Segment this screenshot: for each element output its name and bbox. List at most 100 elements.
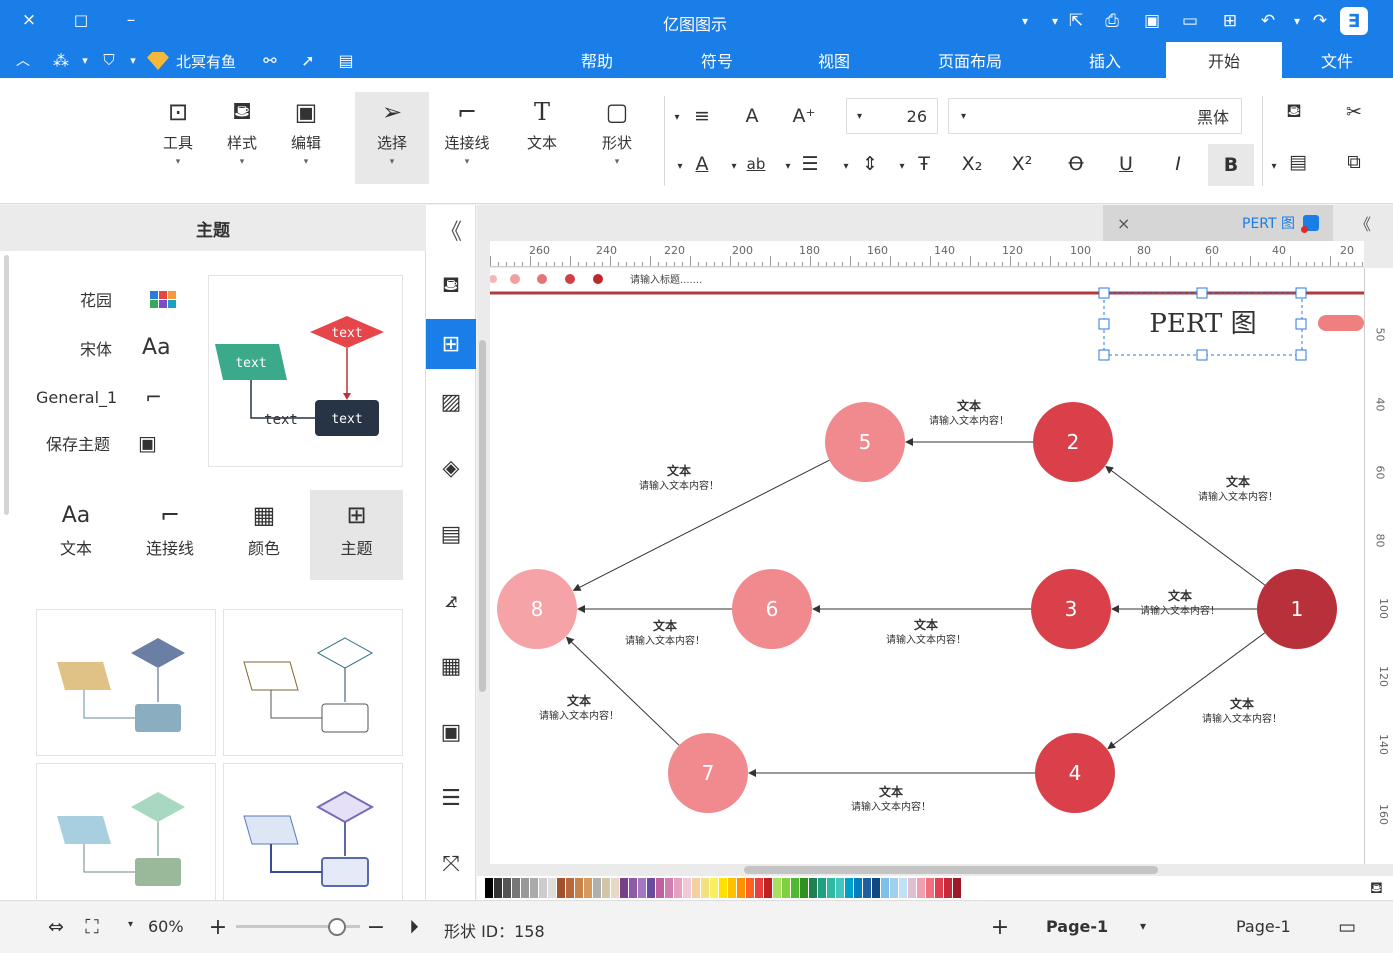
zoom-in-icon[interactable]: +: [204, 913, 232, 941]
table-icon[interactable]: ▦: [426, 633, 476, 699]
color-swatch[interactable]: [917, 878, 925, 898]
color-swatch[interactable]: [827, 878, 835, 898]
color-swatch[interactable]: [926, 878, 934, 898]
color-swatch[interactable]: [953, 878, 961, 898]
shirt-icon[interactable]: ⛉: [96, 46, 122, 74]
color-swatch[interactable]: [692, 878, 700, 898]
panel-toggle-icon[interactable]: ▭: [1330, 913, 1364, 941]
dropdown-icon[interactable]: ▾: [782, 152, 794, 180]
horizontal-scrollbar[interactable]: [744, 866, 1158, 874]
color-swatch[interactable]: [584, 878, 592, 898]
restore-window-button[interactable]: □: [64, 6, 98, 34]
color-swatch[interactable]: [890, 878, 898, 898]
edge-title[interactable]: 文本: [667, 463, 691, 478]
color-swatch[interactable]: [521, 878, 529, 898]
open-icon[interactable]: ▭: [1176, 8, 1204, 34]
color-swatch[interactable]: [611, 878, 619, 898]
color-swatch[interactable]: [809, 878, 817, 898]
collapse-right-icon[interactable]: 《: [1355, 211, 1371, 235]
outline-icon[interactable]: ☰: [426, 765, 476, 831]
strikethrough-icon[interactable]: Ꝋ: [1062, 150, 1090, 178]
zoom-slider-handle[interactable]: [328, 918, 346, 936]
edge-subtitle[interactable]: 请输入文本内容！: [1202, 712, 1282, 725]
tab-file[interactable]: 文件: [1296, 42, 1378, 78]
edge-subtitle[interactable]: 请输入文本内容！: [1198, 490, 1278, 503]
edge-title[interactable]: 文本: [957, 398, 981, 413]
color-swatch[interactable]: [485, 878, 493, 898]
tab-home[interactable]: 开始: [1166, 42, 1282, 78]
subscript-icon[interactable]: X₂: [958, 150, 986, 178]
connector-button[interactable]: ⌐ 连接线 ▾: [434, 92, 500, 188]
fit-width-icon[interactable]: ⇔: [42, 913, 70, 941]
undo-icon[interactable]: ↶: [1254, 8, 1282, 34]
color-swatch[interactable]: [881, 878, 889, 898]
tab-text[interactable]: Aa 文本: [38, 495, 114, 579]
edge-title[interactable]: 文本: [1230, 696, 1254, 711]
underline-icon[interactable]: U: [1112, 150, 1140, 178]
save-theme[interactable]: 保存主题 ▣: [46, 431, 157, 455]
cursor-icon[interactable]: ➚: [294, 46, 322, 74]
font-name-select[interactable]: ▾ 黑体: [948, 98, 1242, 134]
color-swatch[interactable]: [674, 878, 682, 898]
color-swatch[interactable]: [908, 878, 916, 898]
color-swatch[interactable]: [710, 878, 718, 898]
color-swatch[interactable]: [728, 878, 736, 898]
tool-button[interactable]: ⊡ 工具 ▾: [148, 92, 208, 188]
fit-icon[interactable]: ⤧: [426, 831, 476, 897]
shape-button[interactable]: ▢ 形状 ▾: [584, 92, 650, 188]
add-page-icon[interactable]: +: [986, 913, 1014, 941]
color-swatch[interactable]: [566, 878, 574, 898]
bold-icon[interactable]: B: [1208, 144, 1254, 186]
fullscreen-icon[interactable]: ⛶: [78, 913, 106, 941]
color-swatch[interactable]: [746, 878, 754, 898]
theme-card[interactable]: [223, 609, 403, 756]
dropdown-icon[interactable]: ▾: [1268, 152, 1280, 180]
color-swatch[interactable]: [512, 878, 520, 898]
edge-subtitle[interactable]: 请输入文本内容！: [625, 634, 705, 647]
color-swatch[interactable]: [737, 878, 745, 898]
dropdown-icon[interactable]: ▾: [670, 103, 684, 131]
format-painter-icon[interactable]: ⛾: [1280, 98, 1308, 126]
color-swatch[interactable]: [530, 878, 538, 898]
apps-icon[interactable]: ⁂: [48, 46, 74, 74]
superscript-icon[interactable]: X²: [1008, 150, 1036, 178]
edge-title[interactable]: 文本: [653, 618, 677, 633]
color-swatch[interactable]: [863, 878, 871, 898]
tab-insert[interactable]: 插入: [1064, 42, 1146, 78]
edge-arrow[interactable]: [572, 459, 830, 591]
edge-arrow[interactable]: [565, 636, 680, 746]
dropdown-icon[interactable]: ▾: [674, 152, 686, 180]
color-swatch[interactable]: [800, 878, 808, 898]
dropdown-icon[interactable]: ▾: [728, 152, 740, 180]
layers-icon[interactable]: ◈: [426, 435, 476, 501]
color-swatch[interactable]: [701, 878, 709, 898]
user-name[interactable]: 北冥有鱼: [176, 51, 236, 72]
list-icon[interactable]: ☰: [796, 150, 824, 178]
minimize-window-button[interactable]: –: [114, 6, 148, 34]
collapse-panel-icon[interactable]: 《: [426, 205, 476, 255]
drawing-page[interactable]: 请输入标题....... PERT 图 12345678 文本 请输入文本内容！文…: [489, 268, 1364, 864]
color-swatch[interactable]: [872, 878, 880, 898]
color-swatch[interactable]: [620, 878, 628, 898]
font-shrink-icon[interactable]: A: [738, 102, 766, 130]
collapse-ribbon-icon[interactable]: ︿: [10, 46, 36, 74]
align-icon[interactable]: ≡: [688, 102, 716, 130]
tab-theme[interactable]: ⊞ 主题: [310, 490, 403, 580]
highlight-icon[interactable]: ab: [742, 150, 770, 178]
dropdown-icon[interactable]: ▾: [1288, 8, 1306, 34]
font-color-icon[interactable]: A: [688, 150, 716, 178]
theme-garden[interactable]: 花园: [80, 287, 177, 311]
share-icon[interactable]: ⚯: [256, 46, 284, 74]
theme-card[interactable]: [36, 609, 216, 756]
color-swatch[interactable]: [593, 878, 601, 898]
diagram-title[interactable]: PERT 图: [1149, 309, 1256, 339]
zoom-out-icon[interactable]: −: [362, 913, 390, 941]
feedback-icon[interactable]: ▤: [330, 46, 362, 74]
dropdown-icon[interactable]: ▾: [896, 152, 908, 180]
color-swatch[interactable]: [845, 878, 853, 898]
theme-connector[interactable]: General_1 ⌐: [36, 385, 162, 409]
document-tab[interactable]: × PERT 图: [1103, 205, 1333, 241]
font-grow-icon[interactable]: A⁺: [790, 102, 818, 130]
edit-button[interactable]: ▣ 编辑 ▾: [276, 92, 336, 188]
color-swatch[interactable]: [791, 878, 799, 898]
